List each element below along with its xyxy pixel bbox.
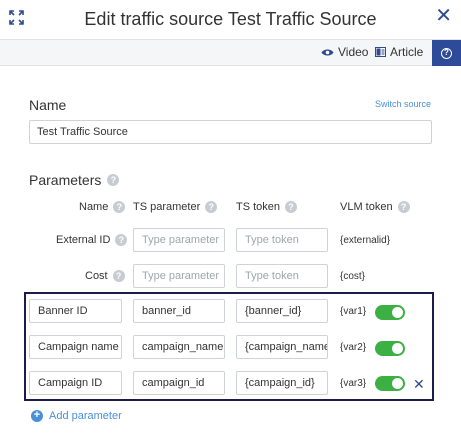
help-button[interactable]: ? (432, 40, 461, 66)
remove-parameter-icon[interactable]: ✕ (413, 376, 425, 393)
ts-token-input[interactable]: Type token (236, 228, 328, 252)
help-toolbar: Video Article ? (0, 40, 461, 66)
column-header-ts-token: TS token ? (236, 201, 298, 213)
vlm-token: {var3} (340, 378, 367, 389)
name-input[interactable]: Test Traffic Source (29, 120, 432, 144)
vlm-token: {var1} (340, 306, 367, 317)
vlm-token: {cost} (340, 271, 366, 282)
question-icon: ? (397, 201, 410, 213)
video-label: Video (338, 45, 369, 59)
param-name-input[interactable]: Banner ID (29, 299, 122, 323)
modal-title: Edit traffic source Test Traffic Source (84, 9, 377, 29)
question-icon: ? (115, 234, 128, 246)
ts-parameter-input[interactable]: Type parameter (133, 228, 225, 252)
ts-token-input[interactable]: {campaign_name} (236, 335, 328, 359)
switch-source-link[interactable]: Switch source (375, 99, 431, 109)
ts-token-input[interactable]: {banner_id} (236, 299, 328, 323)
help-icon: ? (441, 47, 452, 59)
column-header-ts-token-label: TS token (236, 201, 281, 213)
video-button[interactable]: Video (321, 45, 368, 59)
article-label: Article (390, 45, 424, 59)
ts-parameter-input[interactable]: Type parameter (133, 264, 225, 288)
param-name-input[interactable]: Campaign name (29, 335, 122, 359)
add-parameter-button[interactable]: + Add parameter (31, 410, 122, 422)
column-header-name: Name ? (79, 201, 126, 213)
question-icon: ? (113, 201, 126, 213)
question-icon: ? (107, 174, 120, 186)
parameters-title-text: Parameters (29, 172, 102, 188)
param-enabled-toggle[interactable] (375, 305, 405, 320)
parameters-title: Parameters ? (29, 172, 120, 188)
article-button[interactable]: Article (375, 45, 423, 59)
vlm-token: {var2} (340, 342, 367, 353)
close-icon[interactable]: ✕ (435, 6, 452, 26)
ts-token-input[interactable]: Type token (236, 264, 328, 288)
column-header-vlm-token-label: VLM token (340, 201, 393, 213)
param-row-cost-label: Cost ? (85, 270, 125, 282)
ts-parameter-input[interactable]: banner_id (133, 299, 225, 323)
param-name-input[interactable]: Campaign ID (29, 371, 122, 395)
article-icon (375, 47, 386, 57)
plus-icon: + (31, 410, 43, 422)
column-header-name-label: Name (79, 201, 109, 213)
column-header-ts-parameter: TS parameter ? (133, 201, 218, 213)
param-row-external-id-label: External ID ? (56, 234, 128, 246)
question-icon: ? (205, 201, 218, 213)
question-icon: ? (112, 270, 125, 282)
eye-icon (321, 49, 334, 55)
name-section-title: Name (29, 97, 67, 113)
question-icon: ? (285, 201, 298, 213)
add-parameter-label: Add parameter (49, 410, 122, 422)
ts-parameter-input[interactable]: campaign_name (133, 335, 225, 359)
vlm-token: {externalid} (340, 235, 391, 246)
column-header-vlm-token: VLM token ? (340, 201, 410, 213)
modal-header: Edit traffic source Test Traffic Source … (0, 0, 461, 40)
param-enabled-toggle[interactable] (375, 376, 405, 391)
ts-token-input[interactable]: {campaign_id} (236, 371, 328, 395)
param-name: Cost (85, 270, 108, 282)
param-name: External ID (56, 234, 111, 246)
column-header-ts-parameter-label: TS parameter (133, 201, 201, 213)
ts-parameter-input[interactable]: campaign_id (133, 371, 225, 395)
param-enabled-toggle[interactable] (375, 341, 405, 356)
